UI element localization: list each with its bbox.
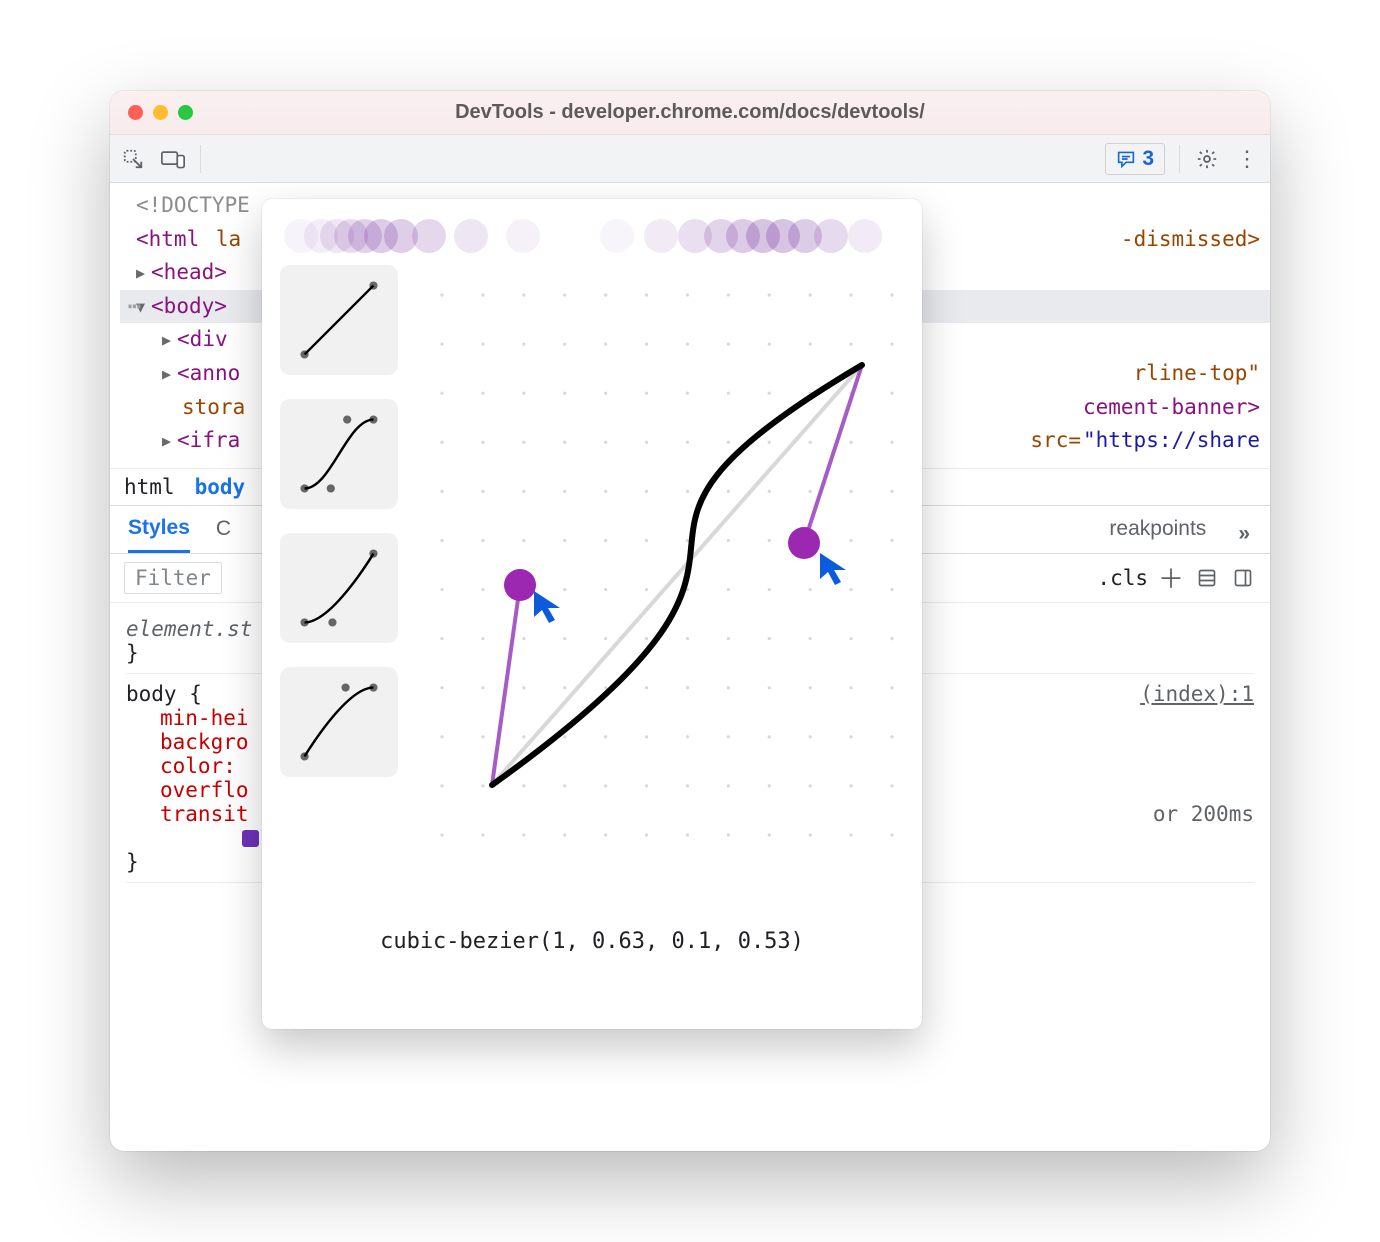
preset-ease-out[interactable]: [280, 667, 398, 777]
breadcrumb-item-html[interactable]: html: [124, 475, 175, 499]
issues-count: 3: [1142, 147, 1154, 171]
titlebar: DevTools - developer.chrome.com/docs/dev…: [110, 91, 1270, 135]
issues-button[interactable]: 3: [1105, 143, 1165, 175]
chat-icon: [1116, 150, 1136, 168]
tab-breakpoints[interactable]: reakpoints: [1109, 517, 1206, 551]
head-tag[interactable]: <head>: [151, 256, 227, 290]
window-zoom-button[interactable]: [178, 105, 193, 120]
preset-ease-in-out[interactable]: [280, 399, 398, 509]
attr-fragment: rline-top": [1134, 357, 1260, 391]
html-attr: la: [216, 223, 241, 257]
cls-toggle[interactable]: .cls: [1097, 566, 1148, 590]
div-tag[interactable]: <div: [177, 323, 228, 357]
toggle-sidebar-icon[interactable]: [1230, 565, 1256, 591]
bezier-swatch-icon[interactable]: [242, 830, 259, 847]
devtools-toolbar: 3 ⋮: [110, 135, 1270, 183]
window-close-button[interactable]: [128, 105, 143, 120]
bezier-caption: cubic-bezier(1, 0.63, 0.1, 0.53): [280, 925, 904, 954]
css-property[interactable]: backgro: [160, 730, 249, 754]
disclosure-triangle-icon[interactable]: ▶: [162, 429, 171, 453]
toolbar-separator: [200, 145, 201, 173]
bezier-presets: [280, 265, 410, 925]
preset-ease-in[interactable]: [280, 533, 398, 643]
toolbar-separator: [1179, 145, 1180, 173]
tabs-overflow-button[interactable]: »: [1238, 522, 1252, 546]
attr-fragment: cement-banner>: [1083, 391, 1260, 425]
disclosure-triangle-icon[interactable]: ▶: [162, 328, 171, 352]
attr-value: "https://share: [1083, 424, 1260, 458]
css-property[interactable]: min-hei: [160, 706, 249, 730]
tab-computed[interactable]: C: [216, 517, 231, 551]
tab-styles[interactable]: Styles: [128, 516, 190, 553]
css-property[interactable]: overflo: [160, 778, 249, 802]
preset-linear[interactable]: [280, 265, 398, 375]
rule-source-link[interactable]: (index):1: [1140, 682, 1254, 706]
html-tag[interactable]: <html: [136, 223, 199, 257]
main-panel: <!DOCTYPE <html la -dismissed> ▶<head> ⋯…: [110, 183, 1270, 1151]
bezier-curve-editor[interactable]: [432, 265, 904, 925]
device-toolbar-icon[interactable]: [160, 146, 186, 172]
ifra-tag[interactable]: <ifra: [177, 424, 240, 458]
gear-icon[interactable]: [1194, 146, 1220, 172]
breadcrumb-item-body[interactable]: body: [195, 475, 246, 499]
bezier-canvas[interactable]: [432, 265, 902, 905]
attr-name: src=: [1030, 424, 1081, 458]
anno-tag[interactable]: <anno: [177, 357, 240, 391]
bezier-editor-popover[interactable]: cubic-bezier(1, 0.63, 0.1, 0.53): [262, 199, 922, 1029]
window-title: DevTools - developer.chrome.com/docs/dev…: [110, 101, 1270, 124]
computed-styles-icon[interactable]: [1194, 565, 1220, 591]
inspect-element-icon[interactable]: [120, 146, 146, 172]
window-minimize-button[interactable]: [153, 105, 168, 120]
traffic-lights: [128, 105, 193, 120]
bezier-handle-p2[interactable]: [788, 527, 820, 559]
devtools-window: DevTools - developer.chrome.com/docs/dev…: [110, 91, 1270, 1151]
css-property[interactable]: transit: [160, 802, 249, 826]
css-value[interactable]: or 200ms: [1153, 802, 1254, 826]
bezier-handle-p1[interactable]: [504, 569, 536, 601]
new-rule-icon[interactable]: ＋: [1158, 565, 1184, 591]
attr-fragment: stora: [182, 391, 245, 425]
kebab-menu-icon[interactable]: ⋮: [1234, 146, 1260, 172]
bezier-preview: [280, 213, 904, 259]
disclosure-triangle-icon[interactable]: ▶: [136, 261, 145, 285]
selection-dots-icon: ⋯: [128, 290, 141, 324]
filter-input[interactable]: Filter: [124, 562, 222, 594]
filter-placeholder: Filter: [135, 566, 211, 590]
disclosure-triangle-icon[interactable]: ▶: [162, 362, 171, 386]
body-tag[interactable]: <body>: [151, 290, 227, 324]
doctype: <!DOCTYPE: [136, 189, 250, 223]
css-property[interactable]: color:: [160, 754, 236, 778]
html-attr-tail: -dismissed>: [1121, 223, 1260, 257]
rule-selector[interactable]: element.st: [126, 617, 252, 641]
